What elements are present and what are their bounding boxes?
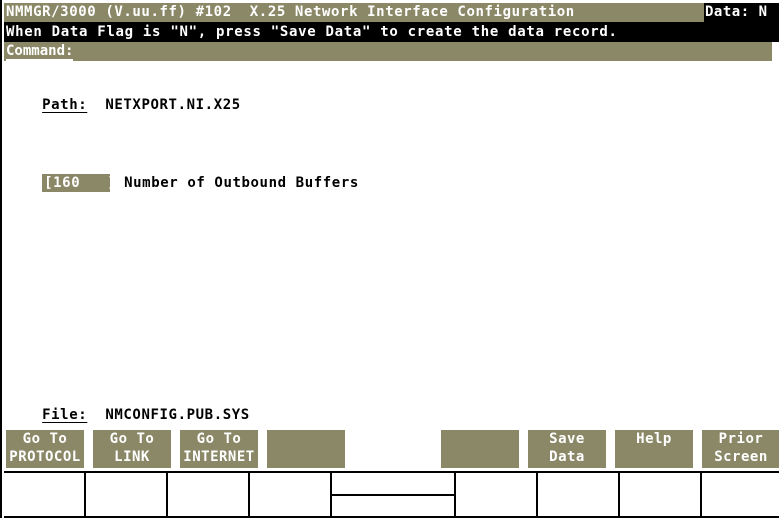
path-label: Path: — [42, 97, 88, 113]
grid-cell — [456, 473, 538, 518]
f3-go-to-internet-button[interactable]: Go To INTERNET — [180, 430, 258, 468]
grid-cell — [86, 473, 168, 518]
terminal-screen: NMMGR/3000 (V.uu.ff) #102 X.25 Network I… — [0, 0, 779, 518]
f8-label-line2: Screen — [714, 449, 768, 465]
command-input[interactable] — [84, 42, 772, 61]
grid-cell — [168, 473, 250, 518]
soft-key-grid — [4, 471, 779, 518]
f1-go-to-protocol-button[interactable]: Go To PROTOCOL — [6, 430, 84, 468]
f4-blank-button[interactable] — [267, 430, 345, 468]
f6-label-line1: Save — [549, 431, 585, 447]
grid-divider — [332, 494, 454, 496]
screen-title: NMMGR/3000 (V.uu.ff) #102 X.25 Network I… — [4, 3, 704, 22]
f8-label-line1: Prior — [718, 431, 764, 447]
path-value: NETXPORT.NI.X25 — [105, 97, 241, 113]
grid-cell — [250, 473, 332, 518]
f3-label-line2: INTERNET — [183, 449, 255, 465]
outbound-buffers-label: Number of Outbound Buffers — [124, 175, 359, 191]
f1-label-line2: PROTOCOL — [9, 449, 81, 465]
command-label: Command: — [6, 43, 74, 61]
grid-cell — [620, 473, 702, 518]
file-value: NMCONFIG.PUB.SYS — [105, 407, 250, 423]
outbound-buffers-value: 160 — [53, 175, 108, 191]
f7-label-line1: Help — [636, 431, 672, 447]
f3-label-line1: Go To — [196, 431, 242, 447]
path-row: Path: NETXPORT.NI.X25 — [6, 81, 241, 129]
command-line: Command: — [4, 42, 772, 61]
grid-cell — [538, 473, 620, 518]
f5-blank-button[interactable] — [441, 430, 519, 468]
f1-label-line1: Go To — [22, 431, 68, 447]
f2-go-to-link-button[interactable]: Go To LINK — [93, 430, 171, 468]
grid-cell — [4, 473, 86, 518]
file-label: File: — [42, 407, 88, 423]
field-row-outbound-buffers: [160 ] Number of Outbound Buffers — [6, 158, 359, 208]
f6-label-line2: Data — [549, 449, 585, 465]
f7-help-button[interactable]: Help — [615, 430, 693, 468]
grid-cell-split — [332, 473, 456, 518]
f2-label-line1: Go To — [109, 431, 155, 447]
f2-label-line2: LINK — [114, 449, 150, 465]
f6-save-data-button[interactable]: Save Data — [528, 430, 606, 468]
function-key-bar: Go To PROTOCOL Go To LINK Go To INTERNET… — [6, 430, 779, 468]
f8-prior-screen-button[interactable]: Prior Screen — [702, 430, 779, 468]
message-line: When Data Flag is "N", press "Save Data"… — [4, 22, 779, 42]
data-flag-indicator: Data: N — [704, 3, 779, 22]
outbound-buffers-input[interactable]: [160 ] — [42, 174, 116, 192]
